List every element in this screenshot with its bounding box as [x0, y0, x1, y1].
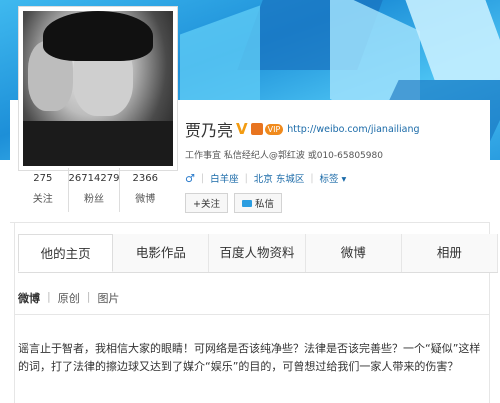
divider	[10, 222, 490, 223]
follow-button-label: +关注	[193, 199, 220, 210]
stat-value: 2366	[132, 173, 158, 184]
profile-name: 贾乃亮	[185, 121, 234, 140]
tab-baidu-profile[interactable]: 百度人物资料	[209, 234, 306, 272]
location-link[interactable]: 北京 东城区	[254, 171, 305, 185]
profile-url[interactable]: http://weibo.com/jianailiang	[287, 124, 419, 135]
filter-images[interactable]: 图片	[97, 290, 119, 306]
stat-followers[interactable]: 26714279 粉丝	[69, 168, 121, 212]
content-border	[14, 222, 15, 403]
profile-stats: 275 关注 26714279 粉丝 2366 微博	[18, 168, 170, 212]
name-row: 贾乃亮 V VIP http://weibo.com/jianailiang	[185, 118, 495, 140]
stat-label: 粉丝	[84, 194, 104, 205]
filter-weibo[interactable]: 微博	[18, 290, 40, 306]
feed-filter: 微博 | 原创 | 图片	[18, 290, 119, 306]
separator: |	[310, 172, 314, 184]
separator: |	[86, 290, 91, 303]
verified-icon[interactable]: V	[236, 120, 248, 138]
stat-label: 关注	[32, 194, 53, 205]
filter-original[interactable]: 原创	[58, 290, 80, 306]
separator: |	[200, 172, 205, 184]
avatar-image	[23, 11, 173, 166]
message-button-label: 私信	[254, 199, 274, 210]
post-text: 谣言止于智者，我相信大家的眼睛！可网络是否该纯净些？法律是否该完善些？一个“疑似…	[18, 342, 481, 373]
tags-dropdown[interactable]: 标签 ▾	[320, 171, 347, 185]
medal-icon[interactable]	[250, 123, 263, 135]
divider	[14, 314, 490, 315]
separator: |	[244, 172, 248, 184]
follow-button[interactable]: +关注	[185, 193, 228, 213]
stat-following[interactable]: 275 关注	[18, 168, 69, 212]
message-button[interactable]: 私信	[233, 193, 282, 213]
male-icon: ♂	[185, 171, 195, 185]
tab-movies[interactable]: 电影作品	[113, 234, 210, 272]
action-buttons: +关注 私信	[185, 193, 495, 213]
tab-album[interactable]: 相册	[402, 234, 499, 272]
profile-details: ♂ | 白羊座 | 北京 东城区 | 标签 ▾	[185, 171, 495, 186]
avatar-shirt	[23, 121, 173, 166]
agency-info: 工作事宜 私信经纪人@郭红波 或010-65805980	[185, 151, 383, 161]
avatar[interactable]	[18, 6, 178, 171]
stat-label: 微博	[135, 194, 156, 205]
avatar-hair	[43, 11, 153, 61]
stat-value: 26714279	[68, 173, 120, 184]
separator: |	[47, 290, 51, 303]
profile-tabs: 他的主页 电影作品 百度人物资料 微博 相册	[18, 234, 499, 273]
tab-weibo[interactable]: 微博	[306, 234, 402, 272]
profile-info: 贾乃亮 V VIP http://weibo.com/jianailiang 工…	[185, 118, 495, 213]
vip-badge[interactable]: VIP	[264, 123, 284, 135]
mail-icon	[241, 199, 252, 207]
stat-posts[interactable]: 2366 微博	[120, 168, 170, 212]
tab-home[interactable]: 他的主页	[18, 234, 114, 272]
zodiac-link[interactable]: 白羊座	[210, 171, 239, 185]
stat-value: 275	[33, 173, 53, 184]
